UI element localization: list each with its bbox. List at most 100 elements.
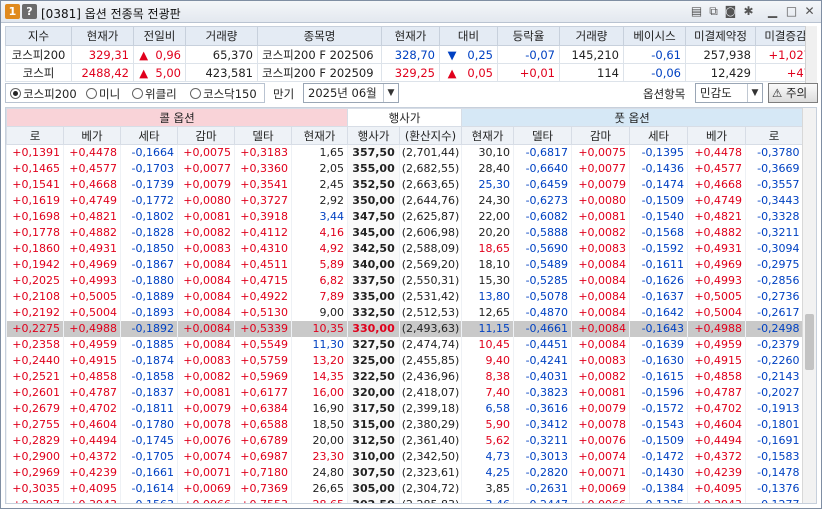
option-row[interactable]: +0,2025 +0,4993 -0,1880 +0,0084 +0,4715 6,82 3… [6, 272, 803, 289]
option-row[interactable]: +0,2192 +0,5004 -0,1893 +0,0084 +0,5130 9,00 3… [6, 304, 803, 321]
col-put-rho[interactable]: 로 [745, 126, 804, 145]
option-row[interactable]: +0,1541 +0,4668 -0,1739 +0,0079 +0,3541 2,45 3… [6, 176, 803, 193]
option-row[interactable]: +0,3097+0,3943-0,1563+0,0066+0,755328,65… [6, 496, 803, 503]
col-converted-index[interactable]: (환산지수) [399, 126, 463, 145]
radio-weekly[interactable]: 위클리 [132, 85, 177, 103]
maximize-icon[interactable]: □ [784, 4, 799, 19]
option-row[interactable]: +0,3035 +0,4095 -0,1614 +0,0069 +0,7369 26,65… [6, 480, 803, 497]
put-price-cell: 12,65 [461, 304, 514, 321]
option-row[interactable]: +0,1942 +0,4969 -0,1867 +0,0084 +0,4511 5,89 3… [6, 256, 803, 273]
radio-kospi200[interactable]: 코스피200 [10, 85, 77, 103]
call-delta-cell: +0,6588 [234, 416, 292, 433]
title-bar: 1 ? [0381] 옵션 전종목 전광판 ▤ ⧉ ◙ ✱ ▁ □ ✕ [1, 1, 821, 23]
strike-price-cell: 350,00 [347, 192, 400, 209]
strike-price-cell: 320,00 [347, 384, 400, 401]
close-icon[interactable]: ✕ [802, 4, 817, 19]
put-gamma-cell: +0,0083 [571, 240, 630, 257]
call-delta-cell: +0,5759 [234, 352, 292, 369]
radio-kosdaq150[interactable]: 코스닥150 [190, 85, 257, 103]
col-call-rho[interactable]: 로 [6, 126, 64, 145]
option-row[interactable]: +0,1391 +0,4478 -0,1664 +0,0075 +0,3183 1,65 3… [6, 144, 803, 161]
option-row[interactable]: +0,2679 +0,4702 -0,1811 +0,0079 +0,6384 16,90… [6, 400, 803, 417]
strike-price-cell: 347,50 [347, 208, 400, 225]
memo-icon[interactable]: ▤ [689, 4, 704, 19]
call-options-header: 콜 옵션 [6, 108, 349, 127]
col-call-gamma[interactable]: 감마 [177, 126, 235, 145]
put-gamma-cell: +0,0083 [571, 352, 630, 369]
call-theta-cell: -0,1858 [120, 368, 178, 385]
put-gamma-cell: +0,0084 [571, 288, 630, 305]
option-row[interactable]: +0,2108 +0,5005 -0,1889 +0,0084 +0,4922 7,89 3… [6, 288, 803, 305]
option-row[interactable]: +0,1698 +0,4821 -0,1802 +0,0081 +0,3918 3,44 3… [6, 208, 803, 225]
option-row[interactable]: +0,2969 +0,4239 -0,1661 +0,0071 +0,7180 24,80… [6, 464, 803, 481]
put-delta-cell: -0,2820 [513, 464, 572, 481]
col-call-delta[interactable]: 델타 [234, 126, 292, 145]
option-row[interactable]: +0,2275 +0,4988 -0,1892 +0,0084 +0,5339 10,35… [6, 320, 803, 337]
summary-row[interactable]: 코스피 2488,42 ▲ 5,00 423,581 코스피200 F 2025… [5, 63, 816, 82]
board-scrollbar-thumb[interactable] [805, 314, 814, 370]
call-price-cell: 24,80 [290, 464, 348, 481]
header-basis: 베이시스 [623, 26, 686, 46]
option-row[interactable]: +0,2440 +0,4915 -0,1874 +0,0083 +0,5759 13,20… [6, 352, 803, 369]
call-delta-cell: +0,4511 [234, 256, 292, 273]
option-row[interactable]: +0,2601 +0,4787 -0,1837 +0,0081 +0,6177 16,00… [6, 384, 803, 401]
option-row[interactable]: +0,2755 +0,4604 -0,1780 +0,0078 +0,6588 18,50… [6, 416, 803, 433]
option-row[interactable]: +0,2900 +0,4372 -0,1705 +0,0074 +0,6987 23,30… [6, 448, 803, 465]
option-row[interactable]: +0,1860 +0,4931 -0,1850 +0,0083 +0,4310 4,92 3… [6, 240, 803, 257]
expiry-select[interactable]: 2025년 06월 ▼ [303, 83, 399, 103]
call-theta-cell: -0,1661 [120, 464, 178, 481]
warning-button[interactable]: ⚠ 주의 [768, 83, 818, 103]
option-row[interactable]: +0,1465 +0,4577 -0,1703 +0,0077 +0,3360 2,05 3… [6, 160, 803, 177]
gear-icon[interactable]: ✱ [741, 4, 756, 19]
call-price-cell: 4,16 [290, 224, 348, 241]
summary-row[interactable]: 코스피200 329,31 ▲ 0,96 65,370 코스피200 F 202… [5, 45, 816, 64]
call-gamma-cell: +0,0083 [177, 240, 235, 257]
summary-scrollbar[interactable] [805, 26, 817, 83]
call-rho-cell: +0,1778 [6, 224, 64, 241]
option-item-select[interactable]: 민감도 ▼ [695, 83, 763, 103]
call-theta-cell: -0,1772 [120, 192, 178, 209]
option-row[interactable]: +0,2521 +0,4858 -0,1858 +0,0082 +0,5969 14,35… [6, 368, 803, 385]
col-call-price[interactable]: 현재가 [290, 126, 349, 145]
call-theta-cell: -0,1739 [120, 176, 178, 193]
col-put-delta[interactable]: 델타 [513, 126, 573, 145]
put-price-cell: 4,25 [461, 464, 514, 481]
col-call-vega[interactable]: 베가 [63, 126, 121, 145]
screen-number-badge[interactable]: 1 [5, 4, 20, 19]
col-strike[interactable]: 행사가 [347, 126, 401, 145]
option-row[interactable]: +0,1619 +0,4749 -0,1772 +0,0080 +0,3727 2,92 3… [6, 192, 803, 209]
put-gamma-cell: +0,0078 [571, 416, 630, 433]
header-futures-price: 현재가 [381, 26, 440, 46]
option-row[interactable]: +0,2358 +0,4959 -0,1885 +0,0084 +0,5549 11,30… [6, 336, 803, 353]
option-row[interactable]: +0,1778 +0,4882 -0,1828 +0,0082 +0,4112 4,16 3… [6, 224, 803, 241]
put-price-cell: 3,85 [461, 480, 514, 497]
strike-price-cell: 352,50 [347, 176, 400, 193]
call-delta-cell: +0,7180 [234, 464, 292, 481]
put-gamma-cell: +0,0077 [571, 160, 630, 177]
call-price-cell: 6,82 [290, 272, 348, 289]
call-vega-cell: +0,3943 [63, 496, 121, 503]
strike-group-header: 행사가 [347, 108, 463, 127]
col-call-theta[interactable]: 세타 [120, 126, 178, 145]
radio-unchecked-icon [86, 88, 97, 99]
put-theta-cell: -0,1643 [629, 320, 688, 337]
open-interest: 12,429 [685, 63, 756, 82]
col-put-gamma[interactable]: 감마 [571, 126, 631, 145]
help-icon[interactable]: ? [22, 4, 37, 19]
up-arrow-icon: ▲ [139, 47, 149, 62]
col-put-theta[interactable]: 세타 [629, 126, 689, 145]
camera-icon[interactable]: ◙ [723, 4, 738, 19]
call-theta-cell: -0,1703 [120, 160, 178, 177]
converted-index-cell: (2,285,83) [399, 496, 462, 503]
put-rho-cell: -0,3211 [745, 224, 803, 241]
radio-mini[interactable]: 미니 [86, 85, 120, 103]
put-gamma-cell: +0,0080 [571, 192, 630, 209]
col-put-price[interactable]: 현재가 [461, 126, 515, 145]
copy-icon[interactable]: ⧉ [706, 4, 721, 19]
minimize-icon[interactable]: ▁ [765, 4, 780, 19]
board-scrollbar[interactable] [802, 108, 816, 503]
call-theta-cell: -0,1614 [120, 480, 178, 497]
col-put-vega[interactable]: 베가 [687, 126, 747, 145]
option-row[interactable]: +0,2829 +0,4494 -0,1745 +0,0076 +0,6789 20,00… [6, 432, 803, 449]
put-theta-cell: -0,1384 [629, 480, 688, 497]
